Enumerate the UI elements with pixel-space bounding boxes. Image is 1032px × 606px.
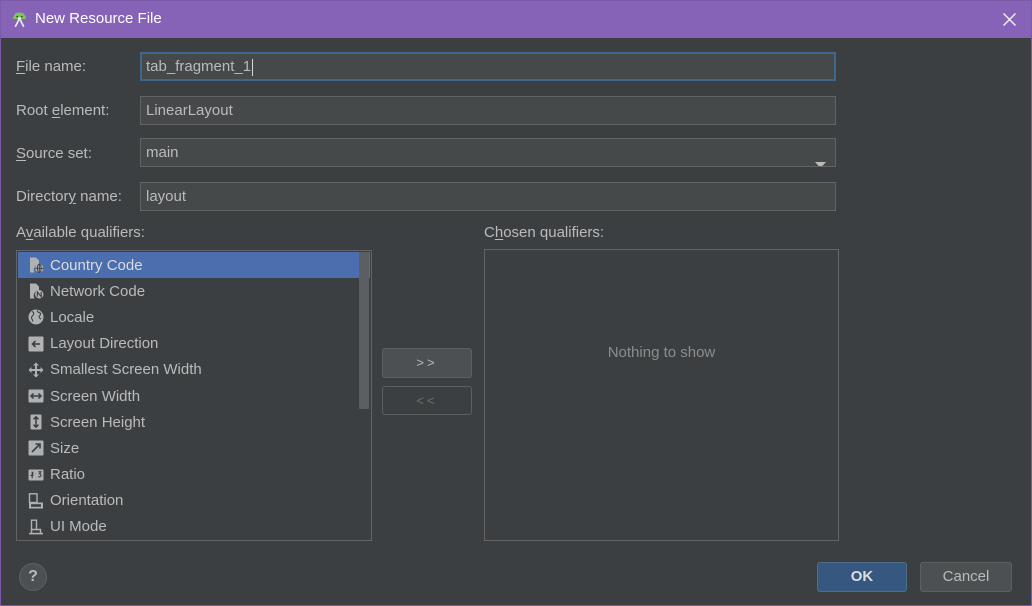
root-element-value: LinearLayout — [146, 102, 233, 119]
list-item-label: Screen Height — [50, 413, 146, 431]
available-qualifiers-list[interactable]: Country Code Network Code Locale Layout … — [16, 250, 372, 541]
qualifier-rows: Country Code Network Code Locale Layout … — [17, 252, 371, 540]
list-item-label: Locale — [50, 308, 95, 326]
directory-name-label: Directory name: — [16, 188, 122, 205]
ratio-icon — [28, 467, 44, 483]
source-set-dropdown[interactable]: main — [140, 138, 836, 167]
root-element-label: Root element: — [16, 102, 110, 119]
list-item-label: Orientation — [50, 492, 124, 510]
remove-qualifier-button[interactable]: << — [382, 386, 472, 415]
screen-height-icon — [28, 414, 44, 430]
directory-name-value: layout — [146, 188, 187, 205]
chosen-qualifiers-list[interactable]: Nothing to show — [484, 249, 839, 541]
smallest-screen-width-icon — [28, 362, 44, 378]
scrollbar-thumb[interactable] — [359, 252, 369, 409]
layout-direction-icon — [28, 336, 44, 352]
list-item-ui-mode[interactable]: UI Mode — [18, 514, 370, 540]
source-set-value: main — [146, 144, 179, 161]
title-bar: New Resource File — [0, 0, 1032, 38]
list-item-country-code[interactable]: Country Code — [18, 252, 370, 279]
screen-width-icon — [28, 388, 44, 404]
ui-mode-icon — [28, 519, 44, 535]
list-item-label: Screen Width — [50, 387, 141, 405]
close-icon[interactable] — [1002, 12, 1017, 27]
list-item-label: Ratio — [50, 466, 86, 484]
list-item-screen-height[interactable]: Screen Height — [18, 409, 370, 435]
list-item-label: Layout Direction — [50, 335, 159, 353]
chevron-down-icon[interactable] — [815, 150, 826, 166]
file-name-field[interactable]: tab_fragment_1 — [140, 52, 836, 81]
orientation-icon — [28, 492, 44, 509]
root-element-field[interactable]: LinearLayout — [140, 96, 836, 125]
source-set-label: Source set: — [16, 145, 92, 162]
ok-button[interactable]: OK — [817, 562, 907, 592]
list-item-label: Smallest Screen Width — [50, 361, 202, 379]
list-item-orientation[interactable]: Orientation — [18, 488, 370, 514]
list-item-layout-direction[interactable]: Layout Direction — [18, 331, 370, 357]
network-code-icon — [28, 283, 44, 299]
file-name-value: tab_fragment_1 — [146, 58, 252, 75]
window-title: New Resource File — [35, 10, 162, 27]
available-qualifiers-label: Available qualifiers: — [16, 224, 145, 241]
empty-list-text: Nothing to show — [607, 344, 716, 361]
chosen-qualifiers-label: Chosen qualifiers: — [484, 224, 605, 241]
list-item-ratio[interactable]: Ratio — [18, 462, 370, 488]
list-item-label: UI Mode — [50, 518, 107, 536]
list-item-size[interactable]: Size — [18, 435, 370, 461]
list-item-locale[interactable]: Locale — [18, 304, 370, 330]
add-qualifier-button[interactable]: >> — [382, 348, 472, 378]
file-name-label: File name: — [16, 58, 87, 75]
android-studio-icon — [10, 9, 29, 28]
cancel-button[interactable]: Cancel — [920, 562, 1012, 592]
list-item-screen-width[interactable]: Screen Width — [18, 383, 370, 409]
list-item-smallest-screen-width[interactable]: Smallest Screen Width — [18, 357, 370, 383]
help-button[interactable]: ? — [19, 563, 47, 591]
text-cursor — [252, 58, 254, 76]
list-item-label: Size — [50, 439, 80, 457]
list-item-label: Network Code — [50, 282, 146, 300]
directory-name-field[interactable]: layout — [140, 182, 836, 211]
size-icon — [28, 440, 44, 456]
locale-icon — [28, 309, 44, 325]
list-item-network-code[interactable]: Network Code — [18, 278, 370, 304]
country-code-icon — [28, 257, 44, 274]
list-item-label: Country Code — [50, 256, 143, 274]
new-resource-file-dialog: New Resource File File name: tab_fragmen… — [0, 0, 1032, 606]
